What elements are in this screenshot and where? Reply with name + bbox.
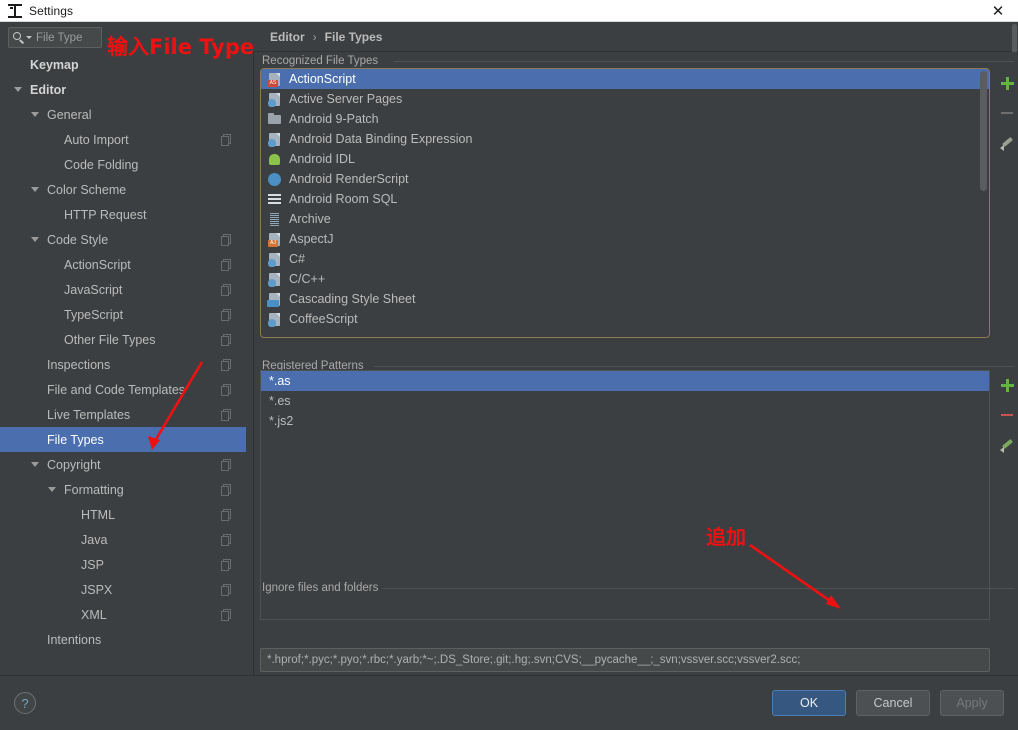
annotation-arrow-filetypes xyxy=(148,361,841,609)
